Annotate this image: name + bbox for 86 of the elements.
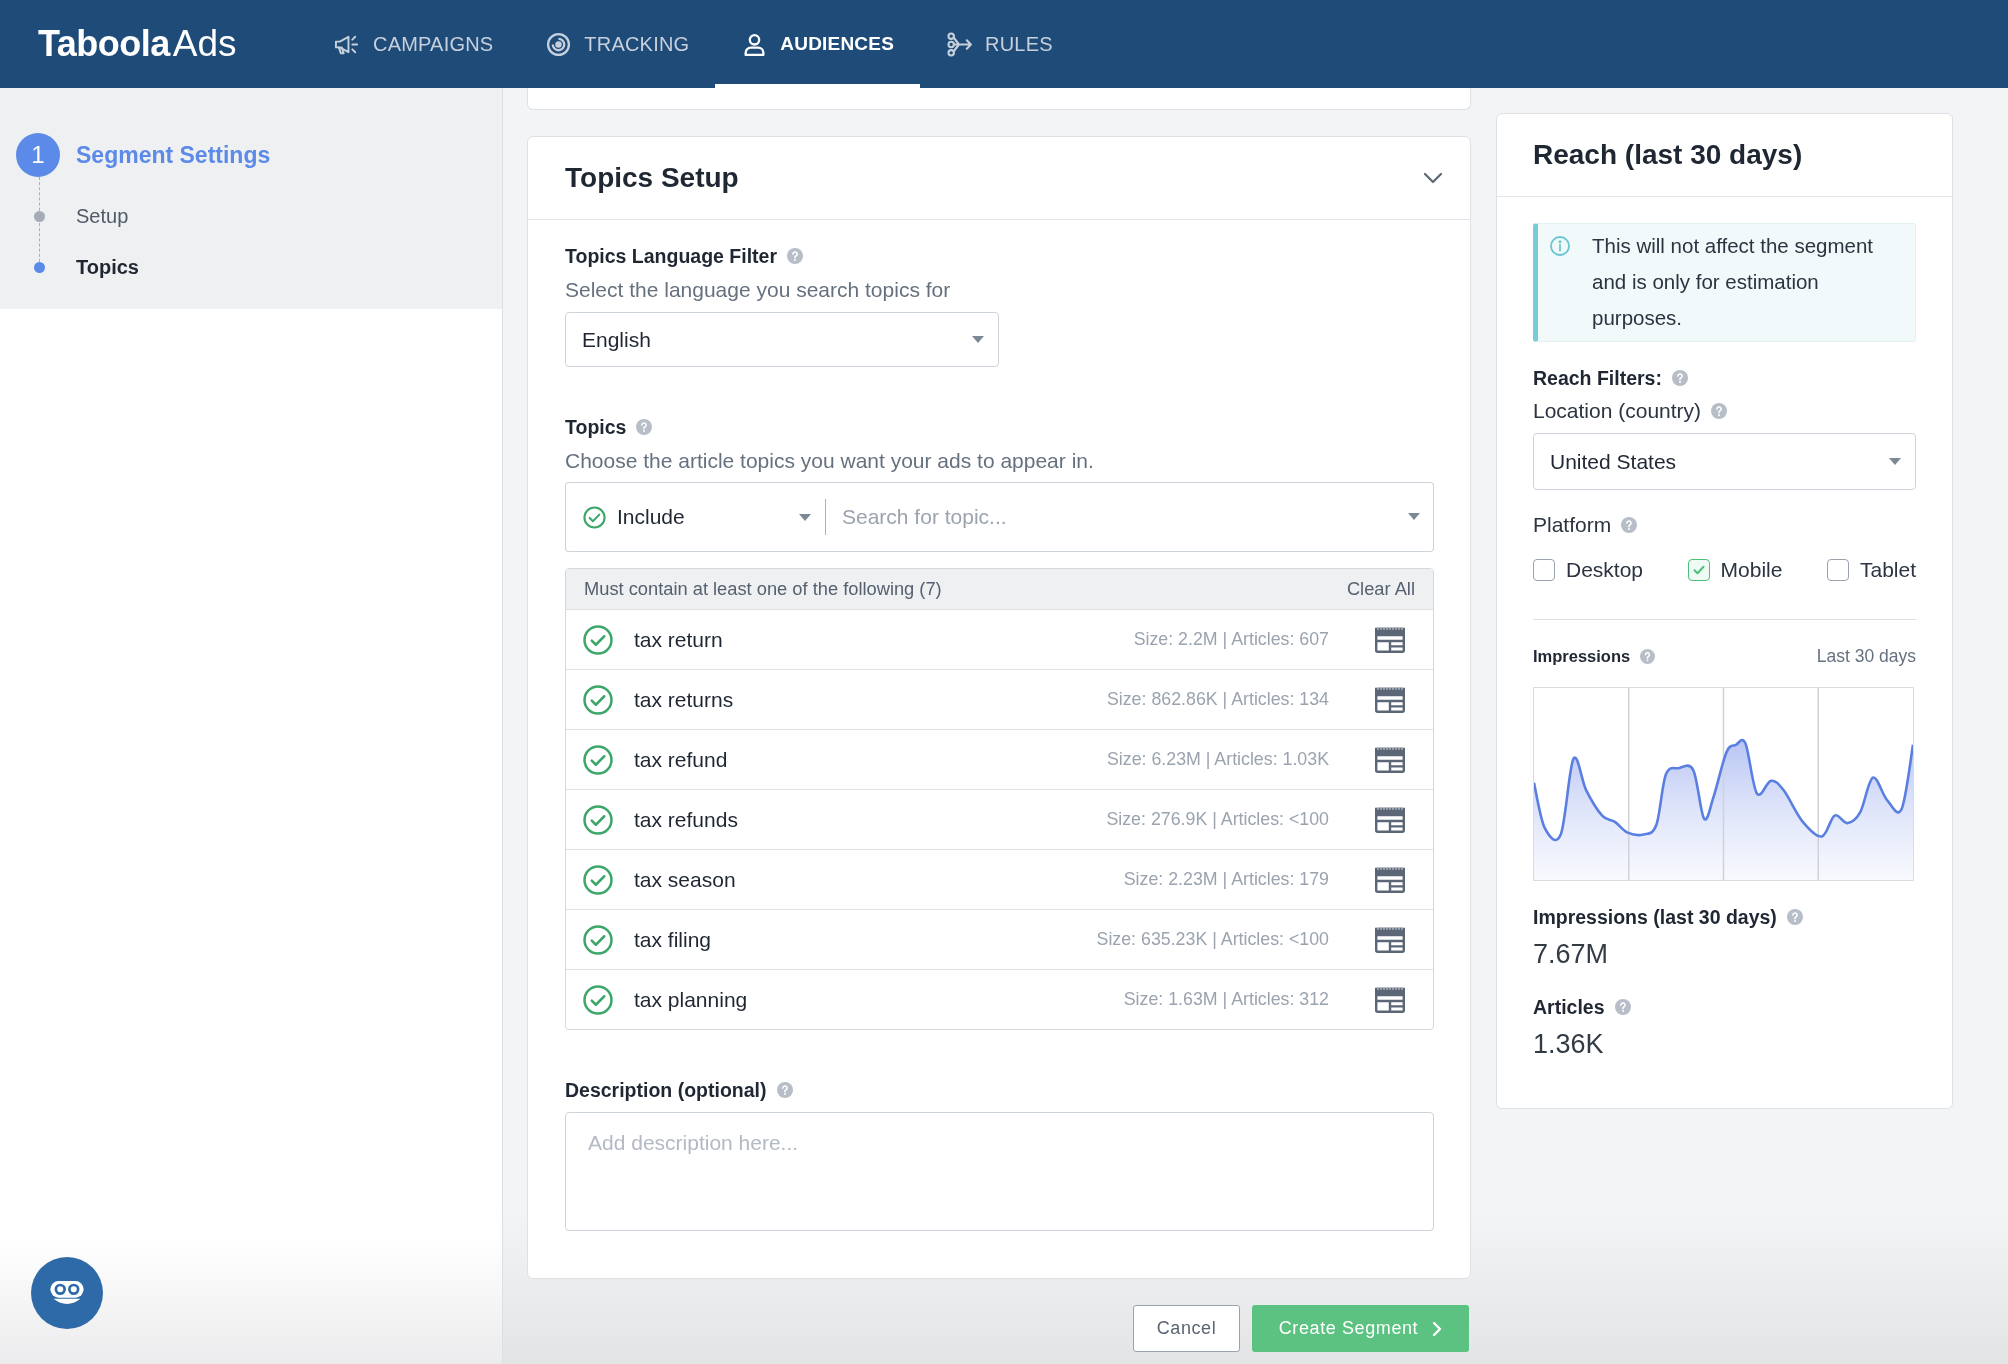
help-icon bbox=[1711, 403, 1728, 419]
topic-name: tax planning bbox=[634, 987, 749, 1012]
layout-icon[interactable] bbox=[1375, 746, 1405, 773]
topic-name: tax refunds bbox=[634, 807, 739, 832]
check-circle-icon bbox=[583, 684, 613, 715]
topic-stats: Size: 862.86K | Articles: 134 bbox=[1106, 689, 1329, 710]
checkbox[interactable] bbox=[1687, 559, 1710, 581]
topic-name: tax return bbox=[634, 627, 724, 652]
language-select[interactable]: English bbox=[565, 312, 999, 367]
chevron-right-icon bbox=[1432, 1320, 1443, 1337]
checkbox-label[interactable]: Mobile bbox=[1720, 558, 1783, 582]
nav-tab[interactable]: CAMPAIGNS bbox=[308, 0, 520, 88]
card-title: Topics Setup bbox=[565, 162, 739, 194]
topic-name: tax refund bbox=[634, 747, 729, 772]
layout-icon[interactable] bbox=[1375, 686, 1405, 713]
caret-icon bbox=[1889, 458, 1901, 465]
help-icon bbox=[787, 248, 803, 264]
layout-icon[interactable] bbox=[1375, 866, 1405, 893]
substep-link[interactable]: Topics bbox=[76, 255, 139, 279]
stat-label: Articles bbox=[1533, 995, 1605, 1019]
check-circle-icon bbox=[583, 984, 613, 1015]
substep-link[interactable]: Setup bbox=[76, 204, 129, 228]
help-icon bbox=[1786, 909, 1803, 925]
field-hint: Select the language you search topics for bbox=[565, 278, 952, 302]
target-icon bbox=[545, 31, 573, 57]
clear-all-button[interactable]: Clear All bbox=[1346, 578, 1415, 600]
topic-name: tax filing bbox=[634, 927, 713, 952]
help-icon bbox=[1621, 517, 1638, 533]
topic-stats: Size: 2.23M | Articles: 179 bbox=[1123, 869, 1329, 890]
chart-range: Last 30 days bbox=[1816, 645, 1916, 667]
checkbox-label[interactable]: Tablet bbox=[1859, 558, 1916, 582]
check-circle-icon bbox=[583, 804, 613, 835]
stat-value: 7.67M bbox=[1533, 938, 1610, 970]
field-label: Topics bbox=[565, 415, 627, 439]
nav-tab[interactable]: TRACKING bbox=[519, 0, 716, 88]
help-icon bbox=[1640, 648, 1656, 664]
help-icon bbox=[1614, 999, 1631, 1015]
country-select[interactable]: United States bbox=[1533, 433, 1916, 490]
info-icon bbox=[1550, 236, 1570, 256]
notice-text: This will not affect the segment and is only for estimation purposes. bbox=[1592, 233, 1875, 331]
field-hint: Choose the article topics you want your ads to appear in. bbox=[565, 449, 1095, 473]
layout-icon[interactable] bbox=[1375, 806, 1405, 833]
field-label: Reach Filters: bbox=[1533, 366, 1662, 390]
stat-label: Impressions (last 30 days) bbox=[1533, 905, 1777, 929]
topic-stats: Size: 635.23K | Articles: <100 bbox=[1096, 929, 1329, 950]
topic-name: tax returns bbox=[634, 687, 735, 712]
chart-label: Impressions bbox=[1533, 646, 1631, 666]
help-icon bbox=[1671, 370, 1688, 386]
cancel-button[interactable]: Cancel bbox=[1133, 1305, 1240, 1352]
check-circle-icon bbox=[583, 864, 613, 895]
dot-icon bbox=[33, 210, 45, 222]
list-header: Must contain at least one of the following (7) bbox=[584, 578, 942, 600]
checkbox[interactable] bbox=[1826, 559, 1849, 581]
check-circle-icon bbox=[583, 624, 613, 655]
layout-icon[interactable] bbox=[1375, 926, 1405, 953]
tick-icon bbox=[1692, 565, 1705, 575]
help-icon bbox=[776, 1082, 793, 1098]
field-label: Platform bbox=[1533, 513, 1612, 537]
mascot-icon bbox=[49, 1279, 85, 1307]
field-label: Description (optional) bbox=[565, 1078, 767, 1102]
layout-icon[interactable] bbox=[1375, 986, 1405, 1013]
step-number: 1 bbox=[16, 133, 60, 177]
product-name: Ads bbox=[172, 23, 237, 65]
branch-arrow-icon bbox=[946, 31, 973, 57]
description-field[interactable]: Add description here... bbox=[565, 1112, 1434, 1231]
field-label: Location (country) bbox=[1533, 399, 1702, 423]
chevron-down-icon[interactable] bbox=[1423, 172, 1443, 184]
checkbox[interactable] bbox=[1533, 559, 1555, 581]
help-icon bbox=[636, 419, 653, 435]
caret-icon bbox=[972, 336, 984, 343]
topic-stats: Size: 2.2M | Articles: 607 bbox=[1133, 629, 1329, 650]
layout-icon[interactable] bbox=[1375, 626, 1405, 653]
card-title: Reach (last 30 days) bbox=[1533, 139, 1803, 171]
topic-stats: Size: 6.23M | Articles: 1.03K bbox=[1106, 749, 1329, 770]
topic-stats: Size: 276.9K | Articles: <100 bbox=[1106, 809, 1329, 830]
check-circle-icon bbox=[583, 924, 613, 955]
brand-logo: Taboola bbox=[38, 23, 170, 65]
stat-value: 1.36K bbox=[1533, 1028, 1605, 1060]
check-circle-icon bbox=[583, 744, 613, 775]
topic-name: tax season bbox=[634, 867, 737, 892]
dot-icon bbox=[33, 261, 45, 273]
nav-tab[interactable]: RULES bbox=[920, 0, 1079, 88]
checkbox-label[interactable]: Desktop bbox=[1566, 558, 1644, 582]
field-label: Topics Language Filter bbox=[565, 244, 777, 268]
topic-stats: Size: 1.63M | Articles: 312 bbox=[1123, 989, 1329, 1010]
step-title: Segment Settings bbox=[76, 141, 271, 169]
